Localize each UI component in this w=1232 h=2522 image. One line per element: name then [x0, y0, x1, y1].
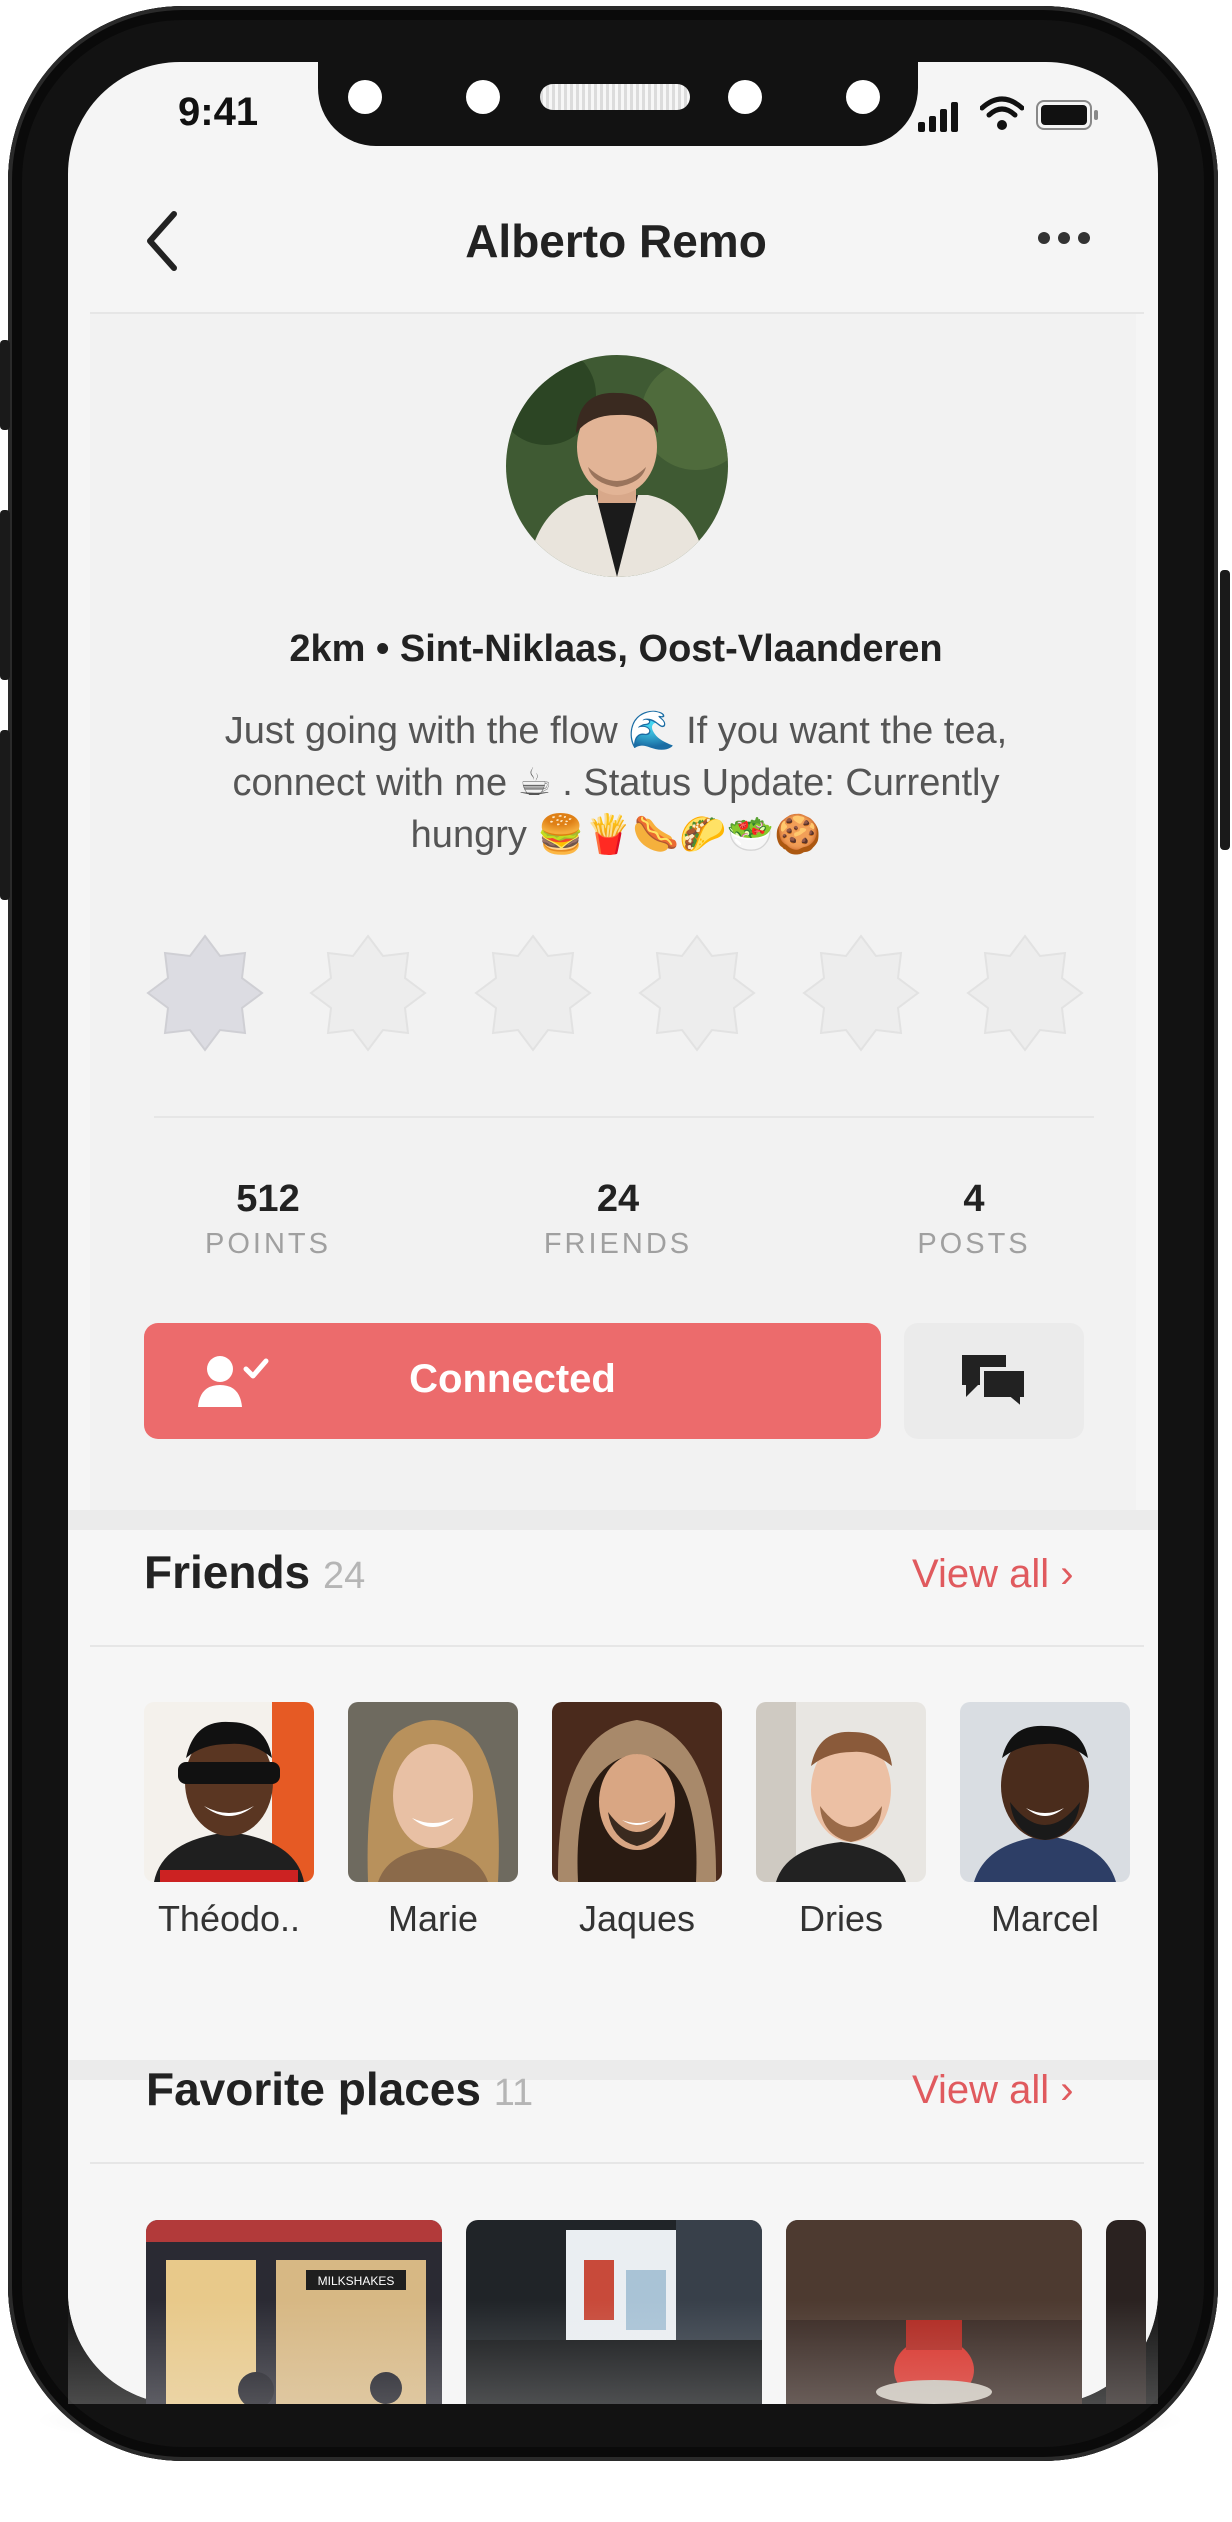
chat-bubbles-icon — [962, 1355, 1028, 1411]
earpiece-speaker — [540, 84, 690, 110]
sensor-dot — [348, 80, 382, 114]
points-value: 512 — [236, 1178, 300, 1220]
connected-label: Connected — [409, 1357, 616, 1401]
posts-label: POSTS — [917, 1228, 1031, 1260]
friends-count: 24 — [322, 1555, 366, 1597]
phone-power-button — [1220, 570, 1230, 850]
sensor-dot — [728, 80, 762, 114]
message-button[interactable] — [904, 1323, 1084, 1439]
profile-bio: Just going with the flow 🌊 If you want t… — [180, 705, 1052, 861]
friends-section-title: Friends 24 — [144, 1545, 365, 1599]
wifi-icon — [980, 96, 1024, 130]
friends-count-label: FRIENDS — [543, 1228, 693, 1260]
places-view-all-link[interactable]: View all › — [912, 2068, 1074, 2113]
badge-locked-icon[interactable] — [472, 932, 594, 1054]
badge-locked-icon[interactable] — [800, 932, 922, 1054]
friends-title: Friends — [144, 1546, 311, 1598]
badge-icon[interactable] — [144, 932, 266, 1054]
friends-view-all-link[interactable]: View all › — [912, 1552, 1074, 1597]
friends-divider — [90, 1645, 1144, 1647]
section-divider — [68, 1510, 1158, 1530]
posts-value: 4 — [963, 1178, 985, 1220]
places-title: Favorite places — [146, 2063, 481, 2115]
badge-locked-icon[interactable] — [636, 932, 758, 1054]
places-divider — [90, 2162, 1144, 2164]
place-sign-text: MILKSHAKES — [318, 2274, 395, 2288]
friend-avatar[interactable] — [960, 1702, 1130, 1882]
profile-avatar — [506, 355, 728, 577]
bio-line: connect with me ☕ . Status Update: Curre… — [232, 762, 1000, 804]
friend-name: Marcel — [990, 1898, 1100, 1939]
cellular-signal-icon — [918, 100, 962, 132]
bio-line: Just going with the flow 🌊 If you want t… — [224, 710, 1008, 752]
bottom-fade — [68, 2300, 1158, 2404]
connected-button[interactable]: Connected — [144, 1323, 881, 1439]
places-count: 11 — [493, 2072, 534, 2114]
friend-name: Dries — [798, 1898, 883, 1939]
friend-avatar[interactable] — [144, 1702, 314, 1882]
sensor-dot — [846, 80, 880, 114]
friend-avatar[interactable] — [756, 1702, 926, 1882]
phone-volume-down — [0, 730, 10, 900]
more-options-icon[interactable] — [1036, 228, 1092, 248]
status-time: 9:41 — [178, 90, 259, 134]
friends-count-value: 24 — [596, 1178, 640, 1220]
battery-icon — [1036, 100, 1098, 130]
bio-line: hungry 🍔🍟🌭🌮🥗🍪 — [410, 814, 822, 856]
friend-name: Théodo.. — [157, 1898, 301, 1939]
friend-avatar[interactable] — [552, 1702, 722, 1882]
phone-silent-switch — [0, 340, 10, 430]
stats-divider — [154, 1116, 1094, 1118]
badge-locked-icon[interactable] — [307, 932, 429, 1054]
friend-avatar[interactable] — [348, 1702, 518, 1882]
header-divider — [90, 312, 1144, 314]
sensor-dot — [466, 80, 500, 114]
badge-locked-icon[interactable] — [964, 932, 1086, 1054]
places-section-title: Favorite places 11 — [146, 2062, 533, 2116]
friend-name: Jaques — [578, 1898, 696, 1939]
profile-location: 2km • Sint-Niklaas, Oost-Vlaanderen — [289, 628, 943, 670]
friend-name: Marie — [387, 1898, 479, 1939]
points-label: POINTS — [205, 1228, 331, 1260]
